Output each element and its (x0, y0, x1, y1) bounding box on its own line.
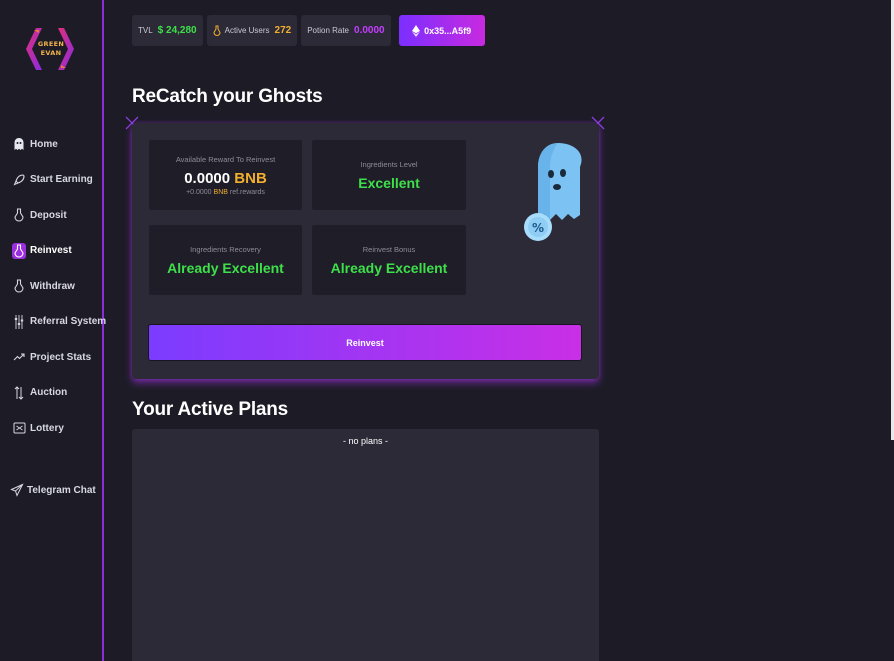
active-users-stat: Active Users 272 (206, 15, 298, 46)
available-reward-label: Available Reward To Reinvest (175, 154, 276, 164)
sidebar-item-referral-system[interactable]: Referral System (0, 311, 106, 333)
ingredients-level-label: Ingredients Level (360, 159, 418, 169)
active-users-value: 272 (274, 25, 292, 36)
stats-bar: TVL $ 24,280 Active Users 272 Potion Rat… (132, 15, 485, 46)
sidebar-item-auction[interactable]: Auction (0, 382, 102, 404)
no-plans-text: - no plans - (342, 436, 389, 446)
recatch-title: ReCatch your Ghosts (132, 86, 323, 107)
sidebar-item-label: Auction (30, 387, 68, 398)
rocket-icon (12, 172, 26, 188)
wallet-address: 0x35...A5f9 (424, 25, 472, 36)
tvl-value: $ 24,280 (157, 25, 197, 36)
users-icon (213, 25, 221, 36)
reinvest-card: Available Reward To Reinvest 0.0000 BNB … (132, 123, 599, 379)
sidebar: GREEN EVAN Home Start Earning Deposit Re… (0, 0, 106, 661)
sidebar-item-label: Deposit (30, 209, 67, 221)
reinvest-button[interactable]: Reinvest (148, 324, 582, 361)
send-icon (10, 482, 24, 498)
sidebar-item-label: Home (30, 138, 58, 150)
reward-unit: BNB (234, 169, 267, 187)
available-reward-box: Available Reward To Reinvest 0.0000 BNB … (149, 140, 302, 210)
potion-rate-stat: Potion Rate 0.0000 (301, 15, 391, 46)
active-plans-panel: - no plans - (132, 429, 599, 661)
sidebar-item-label: Start Earning (30, 174, 93, 185)
active-plans-title: Your Active Plans (132, 399, 289, 420)
telegram-chat-link[interactable]: Telegram Chat (10, 482, 96, 498)
potion-icon (12, 278, 26, 294)
potion-icon (12, 207, 26, 223)
tvl-label: TVL (138, 26, 153, 35)
logo-text: GREEN EVAN (37, 40, 65, 57)
available-reward-value: 0.0000 BNB (184, 169, 267, 187)
wallet-button[interactable]: 0x35...A5f9 (398, 15, 485, 46)
ethereum-icon (412, 24, 421, 37)
ghost-mascot-icon: % (524, 143, 582, 241)
sidebar-item-label: Reinvest (30, 245, 72, 256)
brand-logo[interactable]: GREEN EVAN (22, 24, 78, 74)
sidebar-item-withdraw[interactable]: Withdraw (0, 275, 102, 297)
svg-text:%: % (532, 221, 544, 235)
sidebar-item-deposit[interactable]: Deposit (0, 204, 102, 226)
reinvest-bonus-box: Reinvest Bonus Already Excellent (312, 225, 466, 295)
ingredients-recovery-box: Ingredients Recovery Already Excellent (149, 225, 302, 295)
ref-rewards-text: +0.0000 BNB ref.rewards (186, 188, 265, 196)
active-users-label: Active Users (224, 26, 270, 35)
sidebar-nav: Home Start Earning Deposit Reinvest With… (0, 133, 106, 453)
ingredients-level-value: Excellent (358, 174, 420, 191)
tvl-stat: TVL $ 24,280 (132, 15, 203, 46)
potion-rate-value: 0.0000 (354, 25, 385, 36)
sidebar-item-lottery[interactable]: Lottery (0, 417, 102, 439)
sidebar-item-reinvest[interactable]: Reinvest (0, 240, 102, 262)
sidebar-item-label: Referral System (30, 316, 107, 327)
trend-icon (12, 349, 26, 365)
sidebar-item-home[interactable]: Home (0, 133, 102, 155)
potion-rate-label: Potion Rate (307, 26, 350, 35)
ingredients-recovery-value: Already Excellent (167, 259, 284, 276)
telegram-chat-label: Telegram Chat (27, 484, 96, 496)
arrows-icon (12, 385, 26, 401)
ghost-icon (12, 136, 26, 152)
ingredients-recovery-label: Ingredients Recovery (190, 244, 261, 254)
ingredients-level-box: Ingredients Level Excellent (312, 140, 466, 210)
sidebar-item-label: Lottery (30, 422, 64, 434)
reinvest-bonus-label: Reinvest Bonus (362, 244, 416, 254)
ticket-icon (12, 420, 26, 436)
sliders-icon (12, 314, 26, 330)
sidebar-item-start-earning[interactable]: Start Earning (0, 169, 102, 191)
sidebar-item-label: Project Stats (30, 351, 92, 363)
sidebar-item-label: Withdraw (30, 280, 75, 292)
sidebar-item-project-stats[interactable]: Project Stats (0, 346, 102, 368)
reinvest-bonus-value: Already Excellent (330, 259, 448, 276)
potion-icon (12, 242, 26, 259)
